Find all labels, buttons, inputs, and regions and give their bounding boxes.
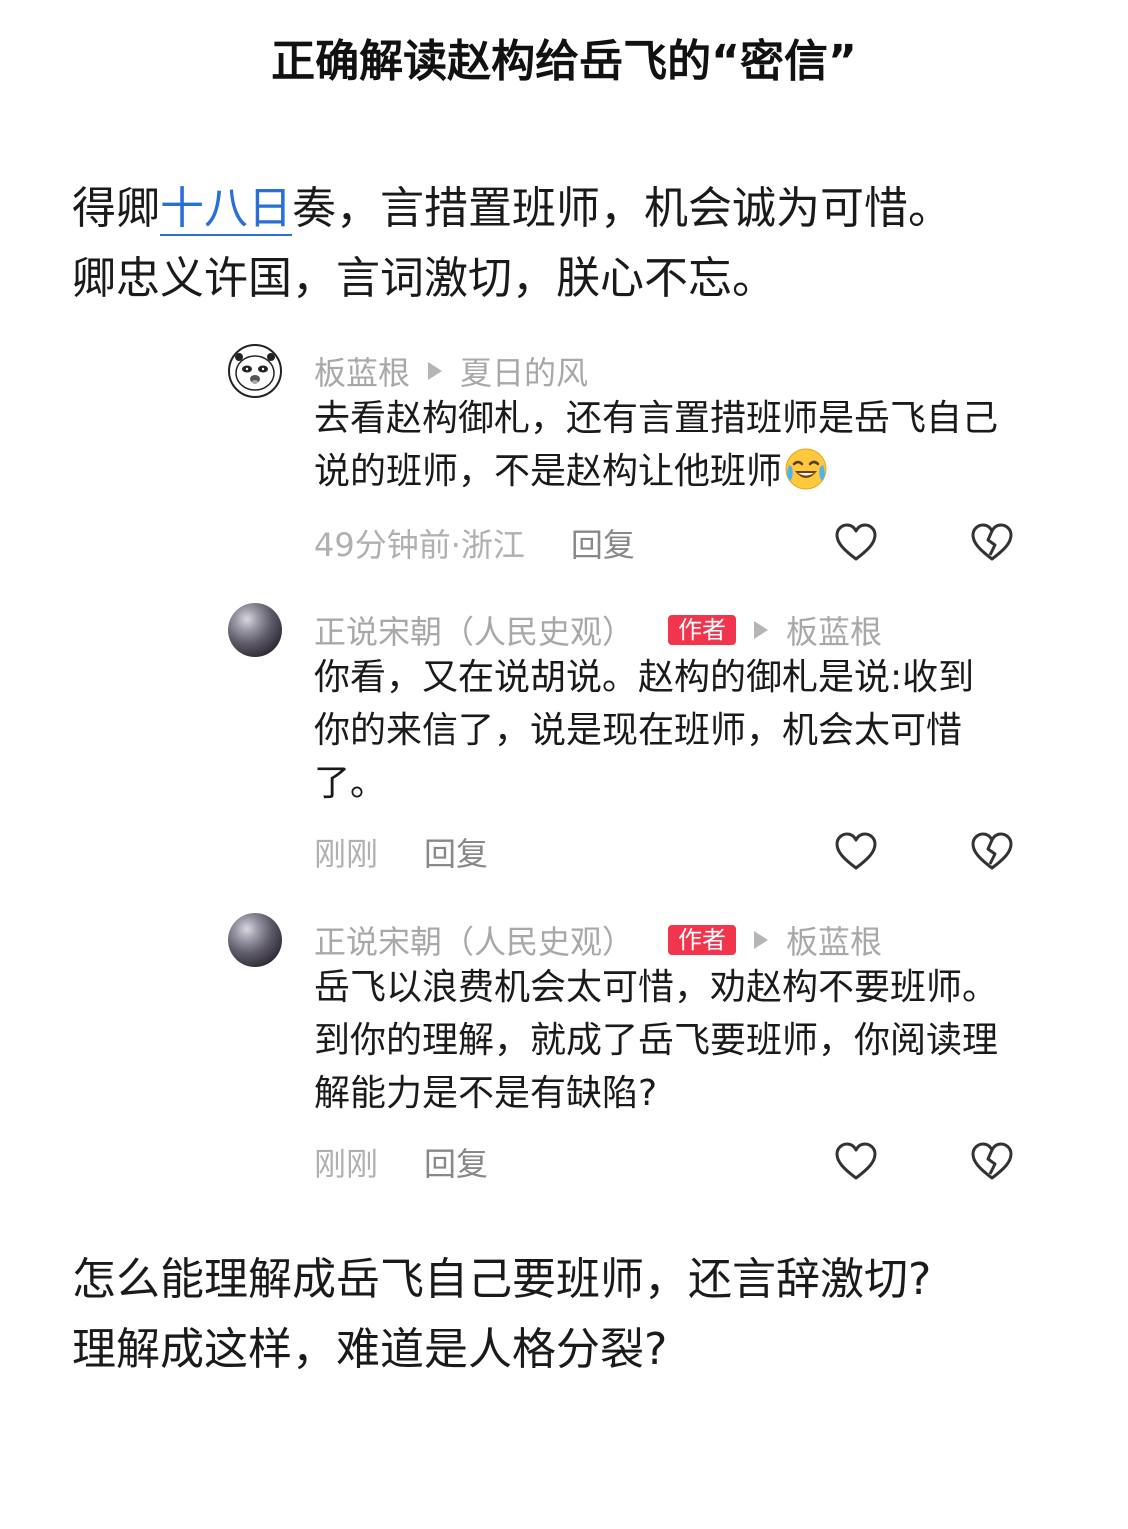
reply-to-username[interactable]: 夏日的风 xyxy=(460,348,588,394)
avatar[interactable] xyxy=(228,913,282,967)
comment-body: 去看赵构御札，还有言置措班师是岳飞自己说的班师，不是赵构让他班师 xyxy=(314,398,999,492)
crying-laughing-emoji-icon xyxy=(785,448,827,490)
quote-text: 得卿 xyxy=(72,183,160,234)
post-page: 正确解读赵构给岳飞的“密信” 得卿十八日奏，言措置班师，机会诚为可惜。 卿忠义许… xyxy=(0,0,1128,1529)
quote-line-2: 卿忠义许国，言词激切，朕心不忘。 xyxy=(72,253,776,304)
comment-timestamp: 49分钟前·浙江 xyxy=(314,526,525,564)
reply-to-username[interactable]: 板蓝根 xyxy=(786,607,882,653)
comment-meta: 49分钟前·浙江 回复 xyxy=(314,515,635,571)
comment-meta: 刚刚 回复 xyxy=(314,824,488,880)
avatar[interactable] xyxy=(228,603,282,657)
reply-to-username[interactable]: 板蓝根 xyxy=(786,917,882,963)
reply-arrow-icon xyxy=(754,621,769,639)
comment-header: 板蓝根 夏日的风 xyxy=(314,344,588,398)
closing-line-2: 理解成这样，难道是人格分裂? xyxy=(72,1324,668,1375)
quoted-edict: 得卿十八日奏，言措置班师，机会诚为可惜。 卿忠义许国，言词激切，朕心不忘。 xyxy=(72,174,1072,314)
comment-timestamp: 刚刚 xyxy=(314,1145,379,1183)
quote-line-1: 得卿十八日奏，言措置班师，机会诚为可惜。 xyxy=(72,174,1072,244)
reply-button[interactable]: 回复 xyxy=(424,1139,488,1185)
closing-remark: 怎么能理解成岳飞自己要班师，还言辞激切? 理解成这样，难道是人格分裂? xyxy=(72,1245,1072,1385)
comment-username[interactable]: 正说宋朝（人民史观） xyxy=(314,917,634,963)
comment-meta: 刚刚 回复 xyxy=(314,1134,488,1190)
comment-header: 正说宋朝（人民史观） 作者 板蓝根 xyxy=(314,603,882,657)
dislike-broken-heart-icon[interactable] xyxy=(970,1140,1014,1184)
panda-avatar-icon xyxy=(235,353,275,391)
comment-username[interactable]: 正说宋朝（人民史观） xyxy=(314,607,634,653)
like-heart-icon[interactable] xyxy=(834,521,878,565)
comment-username[interactable]: 板蓝根 xyxy=(314,348,410,394)
closing-line-1: 怎么能理解成岳飞自己要班师，还言辞激切? xyxy=(72,1254,932,1305)
author-badge: 作者 xyxy=(668,615,737,645)
date-highlight-link[interactable]: 十八日 xyxy=(160,183,292,236)
post-title: 正确解读赵构给岳飞的“密信” xyxy=(271,36,857,87)
comment-text: 你看，又在说胡说。赵构的御札是说:收到你的来信了，说是现在班师，机会太可惜了。 xyxy=(314,657,975,804)
avatar[interactable] xyxy=(228,344,282,398)
like-heart-icon[interactable] xyxy=(834,1140,878,1184)
reply-button[interactable]: 回复 xyxy=(571,520,635,566)
comment-timestamp: 刚刚 xyxy=(314,835,379,873)
comment-text: 去看赵构御札，还有言置措班师是岳飞自己说的班师，不是赵构让他班师 xyxy=(314,392,1004,498)
reply-button[interactable]: 回复 xyxy=(424,829,488,875)
like-heart-icon[interactable] xyxy=(834,830,878,874)
quote-text: 奏，言措置班师，机会诚为可惜。 xyxy=(292,183,952,234)
dislike-broken-heart-icon[interactable] xyxy=(970,521,1014,565)
reply-arrow-icon xyxy=(754,931,769,949)
dislike-broken-heart-icon[interactable] xyxy=(970,830,1014,874)
author-badge: 作者 xyxy=(668,925,737,955)
comment-text: 岳飞以浪费机会太可惜，劝赵构不要班师。到你的理解，就成了岳飞要班师，你阅读理解能… xyxy=(314,967,999,1114)
reply-arrow-icon xyxy=(428,362,443,380)
comment-header: 正说宋朝（人民史观） 作者 板蓝根 xyxy=(314,913,882,967)
